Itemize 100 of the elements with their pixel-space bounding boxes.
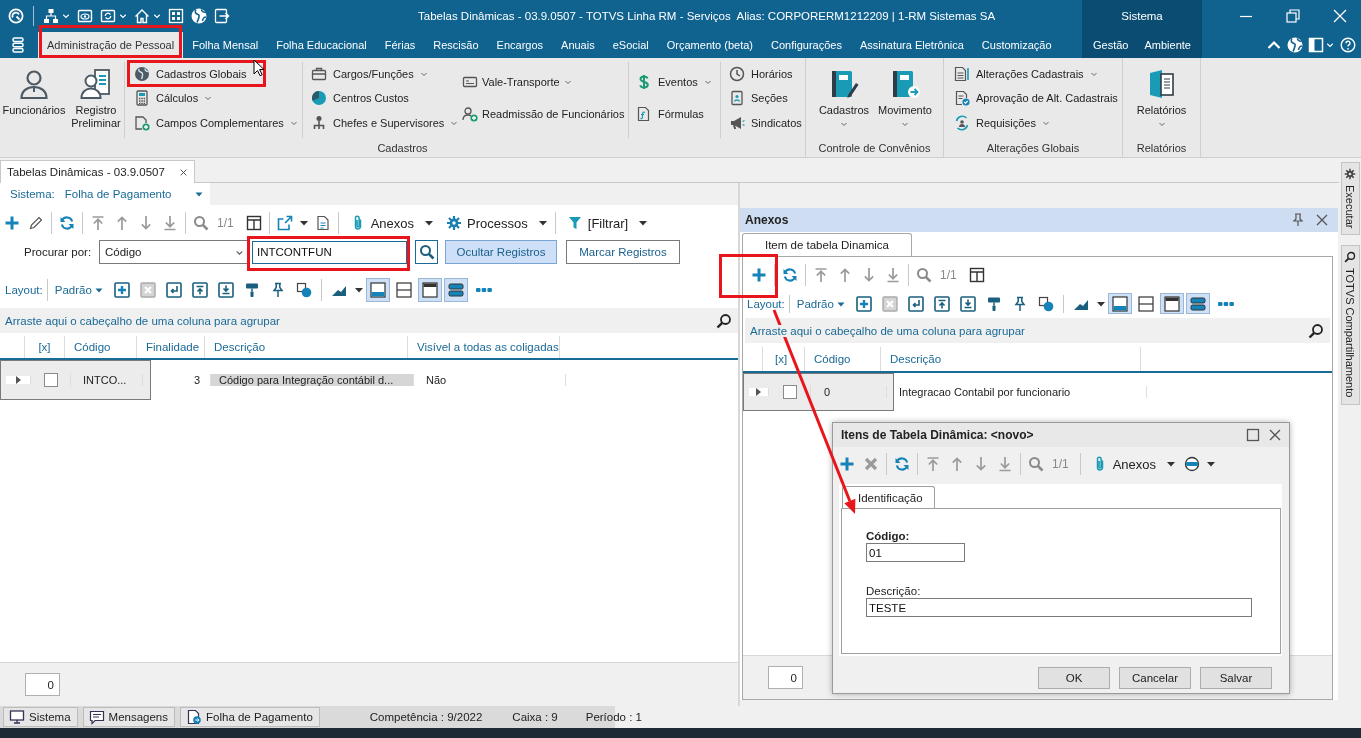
close-icon[interactable] bbox=[178, 167, 188, 177]
pencil-icon[interactable] bbox=[28, 215, 44, 231]
chevron-icon[interactable] bbox=[153, 12, 161, 20]
menu-button[interactable]: Processos bbox=[438, 211, 552, 235]
shapes-icon[interactable] bbox=[295, 282, 312, 298]
toggle-button[interactable]: Marcar Registros bbox=[566, 240, 680, 264]
checkbox[interactable] bbox=[43, 373, 58, 387]
ribbon-item[interactable]: Centros Custos bbox=[311, 89, 409, 107]
globe-icon[interactable] bbox=[191, 8, 207, 24]
column-header[interactable]: Descrição bbox=[881, 347, 1141, 371]
search-icon[interactable] bbox=[1308, 322, 1324, 339]
ribbon-item[interactable]: Vale-Transporte bbox=[462, 72, 572, 91]
ribbon-item[interactable]: Readmissão de Funcionários bbox=[462, 105, 625, 124]
layout-preset-dropdown[interactable]: Padrão bbox=[54, 284, 103, 296]
status-panel[interactable]: Mensagens bbox=[82, 707, 175, 727]
search-icon[interactable] bbox=[716, 312, 732, 329]
caret-icon[interactable] bbox=[1207, 460, 1216, 468]
menu-tab[interactable]: Configurações bbox=[761, 32, 851, 58]
chevron-icon[interactable] bbox=[119, 12, 127, 20]
restore-icon[interactable] bbox=[1285, 8, 1301, 24]
checkbox[interactable] bbox=[782, 385, 797, 399]
paint-roller-icon[interactable] bbox=[243, 282, 260, 298]
panel-tab[interactable]: Item de tabela Dinamica bbox=[742, 233, 912, 256]
ribbon-item[interactable]: Cálculos bbox=[134, 89, 213, 107]
paint-roller-icon[interactable] bbox=[985, 295, 1002, 312]
menu-tab[interactable]: Encargos bbox=[487, 32, 553, 58]
move-first-icon[interactable] bbox=[813, 267, 829, 283]
plus-icon[interactable] bbox=[751, 267, 767, 283]
side-tab[interactable]: Executar bbox=[1340, 162, 1360, 236]
refresh-icon[interactable] bbox=[59, 215, 75, 231]
menu-tab[interactable]: Férias bbox=[375, 32, 425, 58]
column-header[interactable]: Visível a todas as coligadas bbox=[408, 336, 560, 358]
dialog-tab[interactable]: Identificação bbox=[842, 486, 935, 508]
menu-tab[interactable]: Anuais bbox=[552, 32, 604, 58]
column-header[interactable]: Descrição bbox=[205, 336, 408, 358]
columns-icon[interactable] bbox=[245, 215, 262, 231]
ribbon-item[interactable]: Eventos bbox=[636, 72, 712, 91]
menu-tab[interactable]: Customização bbox=[972, 32, 1061, 58]
view-toggle[interactable] bbox=[1185, 293, 1210, 314]
move-last-icon[interactable] bbox=[162, 215, 178, 231]
menu-button[interactable]: Anexos bbox=[341, 211, 439, 235]
move-last-icon[interactable] bbox=[885, 267, 901, 283]
menu-button[interactable]: [Filtrar] bbox=[558, 211, 653, 235]
menu-tab[interactable]: Gestão bbox=[1085, 32, 1137, 58]
view-toggle[interactable] bbox=[365, 278, 390, 302]
ribbon-item[interactable]: Chefes e Supervisores bbox=[311, 113, 459, 132]
column-header[interactable]: Código bbox=[805, 347, 881, 371]
ribbon-item[interactable]: Cargos/Funções bbox=[311, 64, 428, 83]
caret-icon[interactable] bbox=[1096, 299, 1105, 308]
menu-icon[interactable] bbox=[10, 37, 26, 53]
ribbon-button[interactable]: Movimento bbox=[874, 58, 936, 138]
ribbon-item[interactable]: Seções bbox=[729, 89, 788, 107]
add-box-icon[interactable] bbox=[855, 295, 872, 312]
download-box-icon[interactable] bbox=[217, 282, 234, 298]
status-panel[interactable]: Sistema bbox=[3, 707, 78, 727]
close-icon[interactable] bbox=[1332, 8, 1348, 24]
document-icon[interactable] bbox=[314, 215, 331, 231]
three-dots-icon[interactable] bbox=[1217, 299, 1234, 308]
toggle-button[interactable]: Ocultar Registros bbox=[445, 240, 557, 264]
add-box-icon[interactable] bbox=[113, 282, 130, 298]
grid-icon[interactable] bbox=[168, 8, 184, 24]
layout-preset-dropdown[interactable]: Padrão bbox=[796, 297, 845, 310]
upload-box-icon[interactable] bbox=[933, 295, 950, 312]
side-panel-icon[interactable] bbox=[1308, 37, 1324, 53]
document-tab[interactable]: Tabelas Dinâmicas - 03.9.0507 bbox=[0, 160, 195, 183]
search-button[interactable] bbox=[415, 240, 438, 264]
ribbon-item[interactable]: Cadastros Globais bbox=[134, 64, 247, 83]
menu-tab[interactable]: Assinatura Eletrônica bbox=[850, 32, 973, 58]
text-field[interactable]: TESTE bbox=[866, 598, 1252, 617]
column-header[interactable]: Código bbox=[65, 336, 137, 358]
ribbon-button[interactable]: Relatórios bbox=[1123, 58, 1200, 138]
menu-tab[interactable]: Orçamento (beta) bbox=[657, 32, 762, 58]
exit-icon[interactable] bbox=[214, 8, 230, 24]
download-box-icon[interactable] bbox=[959, 295, 976, 312]
text-field[interactable]: 01 bbox=[866, 543, 965, 562]
view-toggle[interactable] bbox=[417, 278, 442, 302]
shapes-icon[interactable] bbox=[1037, 295, 1054, 312]
menu-button[interactable]: Anexos bbox=[1083, 452, 1181, 476]
ribbon-item[interactable]: Sindicatos bbox=[729, 113, 802, 132]
menu-tab[interactable]: Administração de Pessoal bbox=[38, 32, 184, 58]
menu-tab[interactable]: Rescisão bbox=[424, 32, 488, 58]
view-toggle[interactable] bbox=[1107, 293, 1132, 314]
ribbon-item[interactable]: Aprovação de Alt. Cadastrais bbox=[954, 89, 1118, 107]
caret-icon[interactable] bbox=[354, 286, 363, 294]
column-header[interactable]: Finalidade bbox=[137, 336, 205, 358]
three-dots-icon[interactable] bbox=[475, 286, 492, 294]
globe-icon[interactable] bbox=[1287, 37, 1303, 53]
dialog-button[interactable]: Cancelar bbox=[1119, 667, 1191, 689]
view-toggle[interactable] bbox=[1159, 293, 1184, 314]
dialog-button[interactable]: OK bbox=[1038, 667, 1110, 689]
home-icon[interactable] bbox=[134, 8, 150, 24]
close-icon[interactable] bbox=[1267, 427, 1283, 443]
export-icon[interactable] bbox=[276, 215, 293, 231]
enter-box-icon[interactable] bbox=[165, 282, 182, 298]
move-first-icon[interactable] bbox=[90, 215, 106, 231]
plus-icon[interactable] bbox=[4, 215, 20, 231]
hierarchy-icon[interactable] bbox=[43, 8, 59, 24]
side-tab[interactable]: TOTVS Compartilhamento bbox=[1340, 245, 1360, 405]
maximize-icon[interactable] bbox=[1245, 427, 1261, 443]
upload-box-icon[interactable] bbox=[191, 282, 208, 298]
